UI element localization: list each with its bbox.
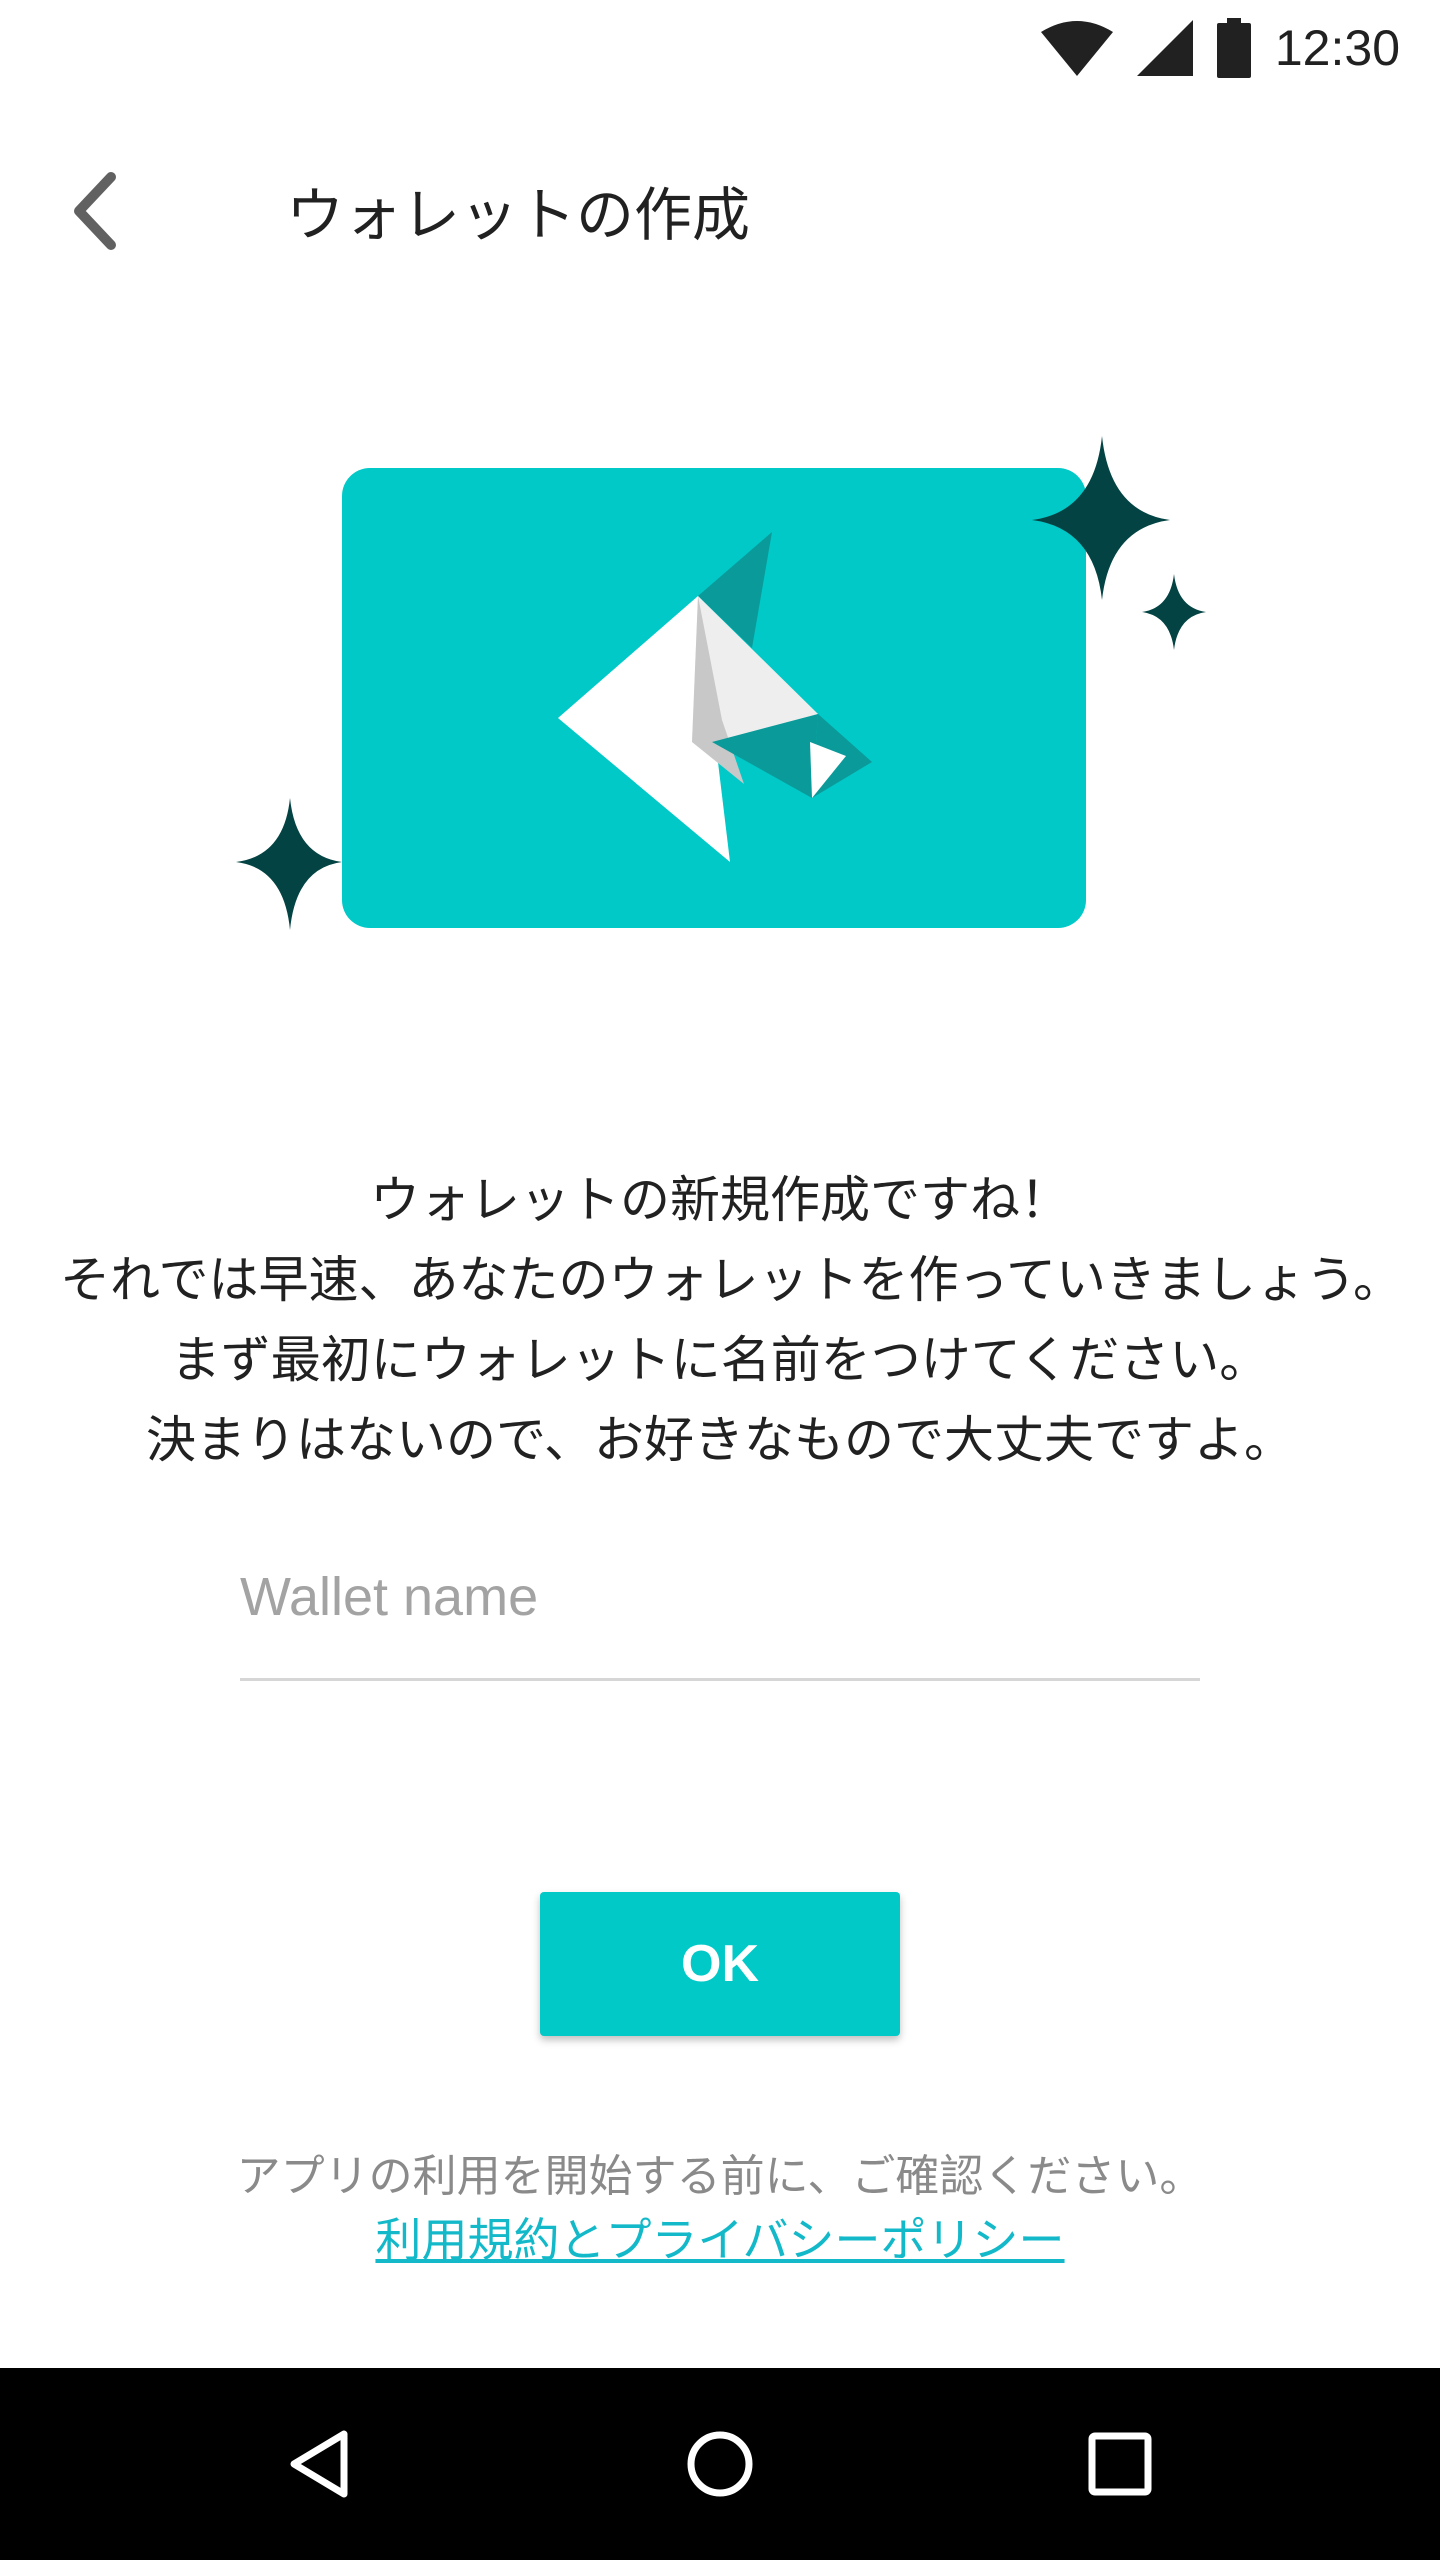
ok-button[interactable]: OK (540, 1892, 900, 2036)
wifi-icon (1040, 21, 1113, 76)
back-triangle-icon (290, 2430, 348, 2498)
recents-square-icon (1088, 2432, 1152, 2496)
sparkle-icon (236, 798, 342, 930)
status-bar: 12:30 (0, 0, 1440, 96)
page-title: ウォレットの作成 (286, 181, 751, 249)
intro-message: ウォレットの新規作成ですね！ それでは早速、あなたのウォレットを作っていきましょ… (60, 1160, 1403, 1480)
home-circle-icon (687, 2431, 753, 2497)
message-line: 決まりはないので、お好きなもので大丈夫ですよ。 (146, 1411, 1294, 1469)
toolbar: ウォレットの作成 (0, 96, 1440, 320)
terms-link-row: 利用規約とプライバシーポリシー (0, 2204, 1440, 2270)
nav-home-button[interactable] (660, 2404, 780, 2524)
cellular-signal-icon (1136, 20, 1193, 76)
navigation-bar (0, 2368, 1440, 2560)
chevron-left-icon (74, 172, 116, 250)
wallet-name-field (240, 1560, 1200, 1681)
nav-back-button[interactable] (260, 2404, 380, 2524)
status-time: 12:30 (1274, 20, 1400, 76)
message-line: それでは早速、あなたのウォレットを作っていきましょう。 (60, 1251, 1403, 1309)
back-button[interactable] (40, 156, 150, 266)
wallet-name-input[interactable] (240, 1560, 1200, 1634)
nav-recents-button[interactable] (1060, 2404, 1180, 2524)
terms-privacy-link[interactable]: 利用規約とプライバシーポリシー (375, 2213, 1064, 2267)
status-icons: 12:30 (1040, 18, 1400, 78)
message-line: ウォレットの新規作成ですね！ (370, 1171, 1070, 1229)
message-line: まず最初にウォレットに名前をつけてください。 (170, 1331, 1270, 1389)
terms-notice: アプリの利用を開始する前に、ご確認ください。 (236, 2151, 1204, 2202)
hero-illustration (236, 436, 1206, 930)
sparkle-icon (1142, 574, 1206, 650)
battery-icon (1216, 18, 1251, 78)
